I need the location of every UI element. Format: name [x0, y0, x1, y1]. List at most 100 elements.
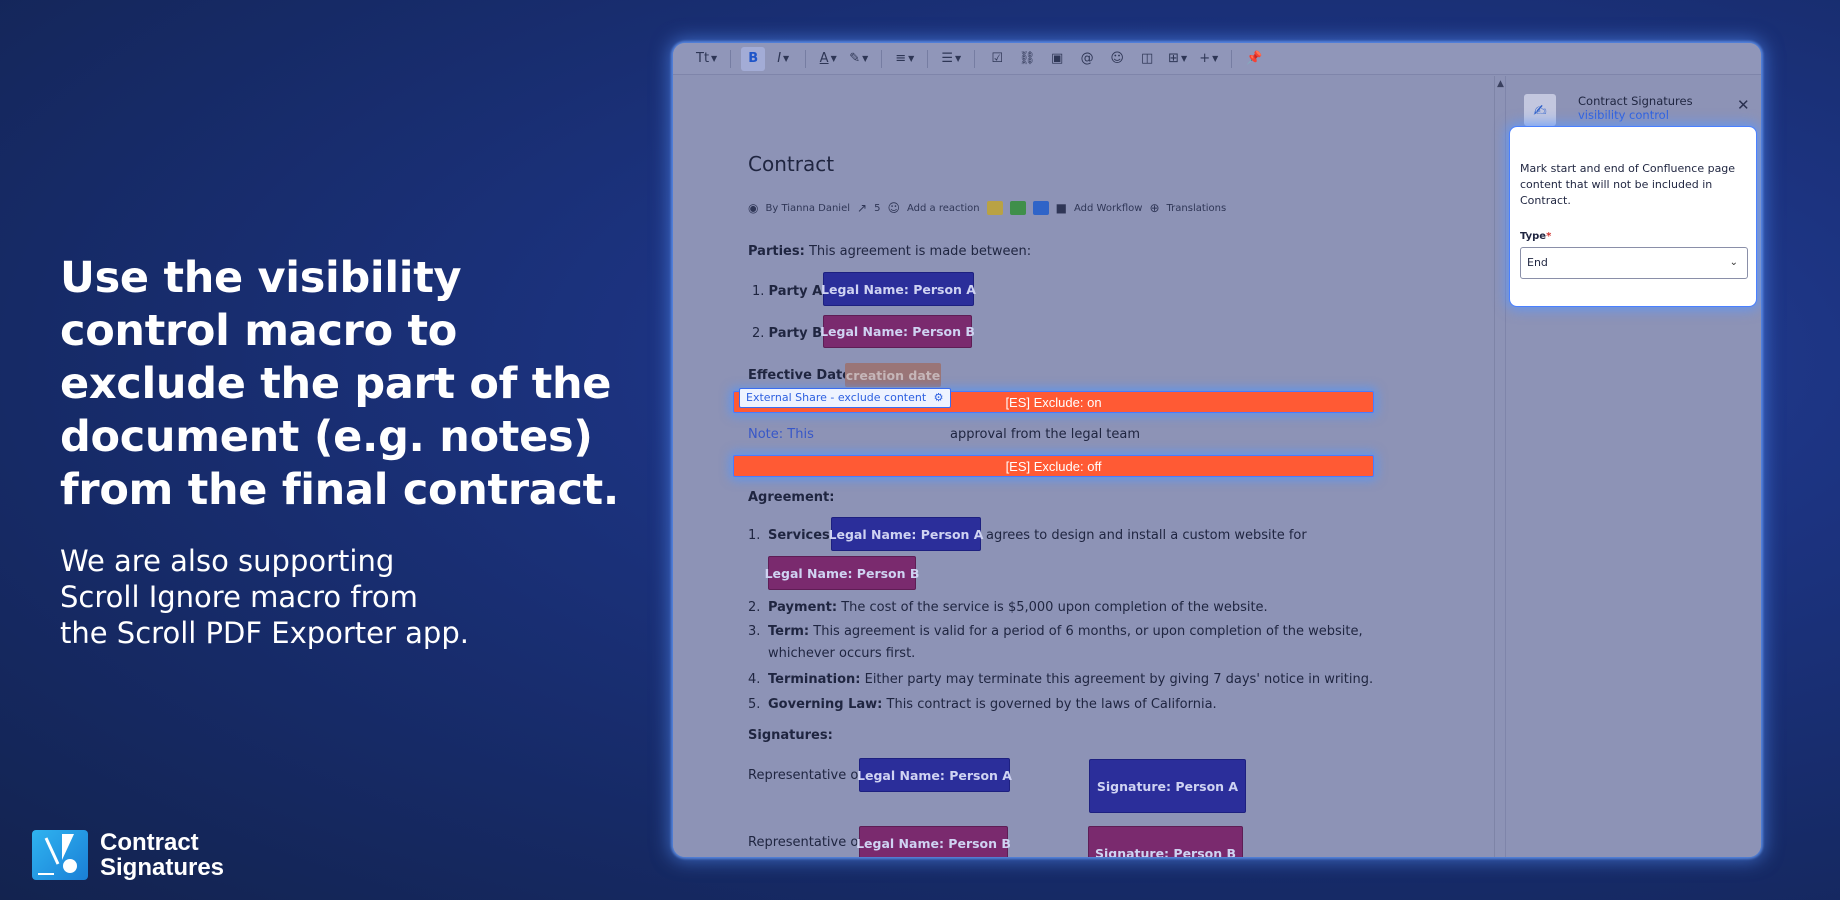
macro-description: Mark start and end of Confluence page co… — [1520, 162, 1736, 207]
governing-law-label: Governing Law: — [768, 697, 883, 712]
emoji-button[interactable]: ☺ — [1105, 47, 1129, 71]
avatar[interactable]: ◉ — [748, 201, 758, 215]
chevron-down-icon: ▼ — [830, 54, 837, 63]
document-scrollbar[interactable]: ▲ — [1494, 76, 1505, 857]
emoji-icon: ☺ — [887, 201, 900, 215]
image-button[interactable]: ▣ — [1045, 47, 1069, 71]
mention-button[interactable]: @ — [1075, 47, 1099, 71]
brand-name: Contract Signatures — [100, 830, 224, 880]
representative-of-label: Representative of — [748, 835, 863, 850]
external-share-macro-label[interactable]: External Share - exclude content ⚙ — [739, 388, 951, 408]
legal-name-person-b-field[interactable]: Legal Name: Person B — [765, 556, 919, 590]
list-number: 4. — [748, 672, 761, 687]
text-color-button[interactable]: A ▼ — [816, 47, 840, 71]
panel-app-name: Contract Signatures — [1578, 94, 1693, 108]
add-reaction-button[interactable]: Add a reaction — [907, 203, 980, 214]
marketing-headline: Use the visibility control macro to excl… — [60, 253, 619, 515]
list-number: 2. — [752, 326, 765, 341]
app-extension-icon[interactable] — [986, 201, 1003, 215]
required-marker: * — [1546, 231, 1552, 242]
page-title[interactable]: Contract — [748, 152, 834, 176]
text-style-button[interactable]: Tt ▼ — [693, 47, 720, 71]
services-label: Services: — [768, 528, 835, 543]
list-item: 1. — [748, 528, 760, 543]
text-style-label: Tt — [696, 51, 710, 66]
termination-paragraph: Termination: Either party may terminate … — [768, 672, 1373, 687]
type-select[interactable]: End ⌄ — [1520, 247, 1748, 279]
author-name[interactable]: By Tianna Daniel — [765, 203, 850, 214]
italic-button[interactable]: I ▼ — [771, 47, 795, 71]
parties-paragraph: Parties: This agreement is made between: — [748, 244, 1031, 259]
legal-name-person-a-field[interactable]: Legal Name: Person A — [857, 758, 1012, 792]
marketing-subcopy: We are also supporting Scroll Ignore mac… — [60, 543, 620, 651]
globe-icon: ⊕ — [1149, 201, 1160, 215]
link-icon: ⛓ — [1018, 51, 1036, 66]
subcopy-line: the Scroll PDF Exporter app. — [60, 616, 469, 650]
confluence-editor-window: Tt ▼ B I ▼ A ▼ ✎ ▼ ≡ ▼ ☰ ▼ ☑ ⛓ ▣ @ ☺ ◫ ⊞ ▼ + ▼ 📌… — [673, 43, 1761, 857]
governing-law-paragraph: Governing Law: This contract is governed… — [768, 697, 1217, 712]
task-button[interactable]: ☑ — [985, 47, 1009, 71]
legal-name-person-b-field[interactable]: Legal Name: Person B — [820, 315, 975, 348]
representative-of-label: Representative of — [748, 768, 863, 783]
checkbox-icon: ☑ — [991, 51, 1003, 66]
list-item: 2. Party B: — [752, 326, 827, 341]
view-count[interactable]: 5 — [874, 203, 880, 214]
bullet-list-icon: ☰ — [941, 51, 953, 66]
pin-toolbar-button[interactable]: 📌 — [1242, 47, 1266, 71]
table-button[interactable]: ⊞ ▼ — [1165, 47, 1190, 71]
party-b-label: Party B: — [768, 326, 828, 341]
services-label-text: Services: — [768, 528, 835, 543]
pin-icon: 📌 — [1246, 51, 1263, 66]
type-label-text: Type — [1520, 231, 1547, 242]
note-text[interactable]: approval from the legal team — [950, 427, 1140, 442]
list-number: 3. — [748, 624, 761, 639]
type-field-label: Type* — [1520, 231, 1551, 242]
term-label: Term: — [768, 624, 810, 639]
list-button[interactable]: ☰ ▼ — [938, 47, 964, 71]
creation-date-field[interactable]: creation date — [845, 363, 941, 387]
translations-button[interactable]: Translations — [1167, 203, 1227, 214]
brand-name-line: Signatures — [100, 854, 225, 881]
toolbar-divider — [805, 49, 807, 68]
parties-label: Parties: — [748, 244, 805, 259]
legal-name-person-a-field[interactable]: Legal Name: Person A — [829, 517, 983, 551]
columns-icon: ◫ — [1140, 51, 1154, 66]
settings-sliders-icon[interactable]: ⚙ — [934, 391, 944, 404]
scroll-up-arrow-icon[interactable]: ▲ — [1497, 79, 1504, 89]
term-text-continued: whichever occurs first. — [768, 646, 916, 661]
macro-label-text: External Share - exclude content — [746, 391, 927, 404]
app-extension-icon[interactable] — [1009, 201, 1026, 215]
legal-name-person-b-field[interactable]: Legal Name: Person B — [856, 826, 1011, 857]
align-button[interactable]: ≡ ▼ — [892, 47, 917, 71]
layout-button[interactable]: ◫ — [1135, 47, 1159, 71]
chevron-down-icon: ▼ — [862, 54, 869, 63]
chevron-down-icon: ▼ — [1181, 54, 1188, 63]
party-a-label: Party A: — [768, 284, 828, 299]
insert-button[interactable]: + ▼ — [1196, 47, 1221, 71]
payment-label: Payment: — [768, 600, 838, 615]
legal-name-person-a-field[interactable]: Legal Name: Person A — [821, 272, 976, 306]
subcopy-line: We are also supporting — [60, 544, 395, 578]
highlight-button[interactable]: ✎ ▼ — [846, 47, 871, 71]
list-number: 1. — [752, 284, 765, 299]
payment-text: The cost of the service is $5,000 upon c… — [841, 600, 1268, 615]
document-body[interactable]: Contract ◉ By Tianna Daniel ↗ 5 ☺ Add a … — [673, 76, 1505, 857]
emoji-icon: ☺ — [1110, 51, 1124, 66]
chevron-down-icon: ▼ — [908, 54, 915, 63]
signature-person-a-field[interactable]: Signature: Person A — [1089, 759, 1246, 813]
bold-button[interactable]: B — [741, 46, 766, 71]
table-icon: ⊞ — [1168, 51, 1180, 66]
link-button[interactable]: ⛓ — [1015, 47, 1039, 71]
exclude-off-marker[interactable]: [ES] Exclude: off — [733, 455, 1374, 477]
term-paragraph: Term: This agreement is valid for a peri… — [768, 624, 1363, 639]
contract-signatures-extension-icon[interactable] — [1032, 201, 1049, 215]
align-icon: ≡ — [895, 51, 907, 66]
add-workflow-button[interactable]: Add Workflow — [1074, 203, 1142, 214]
panel-macro-name[interactable]: visibility control — [1578, 108, 1669, 122]
insert-label: + — [1199, 51, 1211, 66]
chevron-down-icon: ⌄ — [1729, 257, 1738, 268]
close-icon[interactable]: ✕ — [1737, 96, 1750, 114]
chevron-down-icon: ▼ — [1212, 54, 1219, 63]
signature-person-b-field[interactable]: Signature: Person B — [1088, 826, 1243, 857]
list-item: 1. Party A: — [752, 284, 828, 299]
